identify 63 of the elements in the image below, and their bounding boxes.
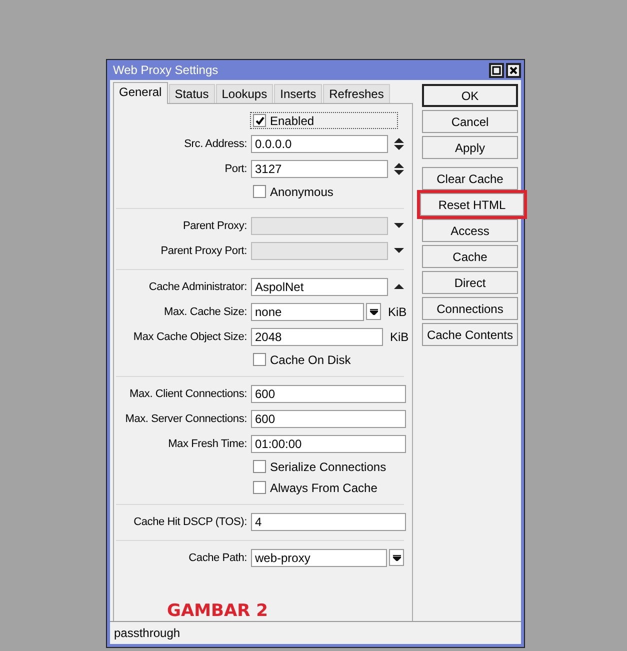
button[interactable]: Cache: [422, 245, 518, 268]
checkbox[interactable]: [253, 353, 266, 366]
spinner-icon[interactable]: [394, 162, 404, 174]
annotation-text: GAMBAR 2: [167, 601, 268, 621]
field-label: Max. Client Connections:: [128, 388, 248, 400]
tab[interactable]: Lookups: [216, 84, 274, 103]
down-arrow-icon: [370, 308, 378, 314]
field-label: Max. Server Connections:: [124, 412, 248, 424]
input-field[interactable]: 600: [251, 410, 406, 428]
input-field[interactable]: 600: [251, 384, 406, 402]
dropdown-button[interactable]: [389, 549, 404, 566]
checkbox-label: Always From Cache: [270, 480, 378, 494]
status-text: passthrough: [113, 626, 180, 640]
field-label: Cache Path:: [188, 552, 248, 564]
button[interactable]: Cancel: [422, 110, 518, 133]
button[interactable]: Cache Contents: [422, 323, 518, 346]
checkbox-label: Anonymous: [270, 184, 334, 198]
field-label: Parent Proxy:: [182, 220, 248, 232]
close-icon[interactable]: [506, 62, 521, 78]
field-label: Max Fresh Time:: [167, 438, 248, 450]
down-arrow-icon: [392, 554, 400, 560]
checkbox-label: Serialize Connections: [270, 460, 386, 474]
tab[interactable]: General: [113, 82, 168, 104]
unit-label: KiB: [390, 330, 409, 344]
input-field[interactable]: 0.0.0.0: [251, 134, 388, 152]
button[interactable]: Apply: [422, 136, 518, 159]
checkbox[interactable]: [253, 460, 266, 473]
input-field[interactable]: 01:00:00: [251, 434, 406, 452]
dropdown-button[interactable]: [366, 303, 381, 320]
checkbox[interactable]: [253, 481, 266, 494]
input-field[interactable]: web-proxy: [251, 548, 387, 566]
checkbox[interactable]: [253, 114, 266, 127]
window-title: Web Proxy Settings: [113, 63, 218, 77]
maximize-icon[interactable]: [489, 62, 504, 78]
button[interactable]: OK: [422, 84, 518, 107]
unit-label: KiB: [388, 304, 407, 318]
up-arrow-icon[interactable]: [394, 284, 404, 289]
field-label: Max. Cache Size:: [162, 306, 248, 318]
field-label: Cache Hit DSCP (TOS):: [132, 516, 248, 528]
input-field[interactable]: 2048: [251, 328, 383, 346]
field-label: Src. Address:: [183, 138, 248, 150]
input-field[interactable]: 3127: [251, 160, 388, 178]
field-label: Max Cache Object Size:: [132, 330, 248, 342]
input-field[interactable]: none: [251, 302, 364, 320]
checkbox-label: Cache On Disk: [270, 352, 351, 366]
tab[interactable]: Refreshes: [323, 84, 390, 103]
checkbox-label: Enabled: [270, 114, 314, 128]
button[interactable]: Direct: [422, 271, 518, 294]
button[interactable]: Access: [422, 219, 518, 242]
down-arrow-icon[interactable]: [394, 223, 404, 228]
spinner-icon[interactable]: [394, 138, 404, 150]
field-label: Port:: [224, 162, 248, 174]
input-field[interactable]: 4: [251, 512, 406, 530]
field-label: Cache Administrator:: [148, 280, 248, 292]
checkbox[interactable]: [253, 185, 266, 198]
button[interactable]: Reset HTML: [420, 193, 524, 216]
down-arrow-icon[interactable]: [394, 248, 404, 253]
field-label: Parent Proxy Port:: [160, 244, 248, 256]
button[interactable]: Connections: [422, 297, 518, 320]
tab[interactable]: Status: [168, 84, 215, 103]
tab[interactable]: Inserts: [274, 84, 322, 103]
input-field[interactable]: AspolNet: [251, 278, 388, 296]
button[interactable]: Clear Cache: [422, 167, 518, 190]
